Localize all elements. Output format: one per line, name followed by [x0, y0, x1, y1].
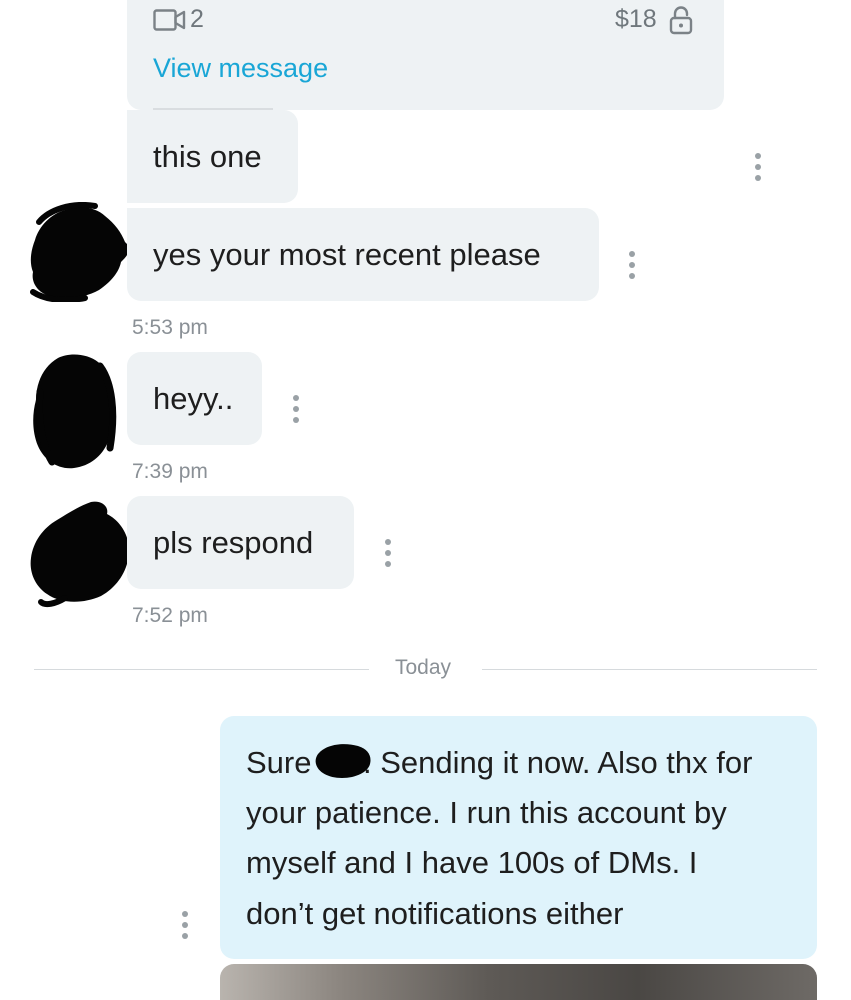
view-message-link[interactable]: View message: [153, 53, 328, 84]
more-options-icon[interactable]: [292, 395, 300, 423]
outgoing-message-line: Sure: [246, 745, 312, 780]
media-count: 2: [190, 5, 204, 33]
attached-image-preview[interactable]: [220, 964, 817, 1000]
more-options-icon[interactable]: [754, 153, 762, 181]
outgoing-message-line: your patience. I run this account by: [246, 795, 727, 830]
video-icon: [153, 9, 186, 31]
message-timestamp: 5:53 pm: [132, 316, 208, 339]
message-timestamp: 7:52 pm: [132, 604, 208, 627]
outgoing-message-line: don’t get notifications either: [246, 896, 624, 931]
avatar: [30, 202, 130, 302]
price-label: $18: [615, 5, 657, 33]
message-text: this one: [153, 139, 262, 174]
more-options-icon[interactable]: [181, 911, 189, 939]
more-options-icon[interactable]: [384, 539, 392, 567]
lock-icon: [669, 6, 693, 35]
avatar: [30, 501, 129, 608]
date-divider-label: Today: [395, 656, 452, 679]
date-divider-line: [482, 669, 817, 670]
avatar: [33, 354, 117, 469]
more-options-icon[interactable]: [628, 251, 636, 279]
outgoing-message-line: . Sending it now. Also thx for: [363, 745, 753, 780]
message-text: heyy..: [153, 381, 234, 416]
message-timestamp: 7:39 pm: [132, 460, 208, 483]
message-text: yes your most recent please: [153, 237, 541, 272]
outgoing-message-line: myself and I have 100s of DMs. I: [246, 845, 698, 880]
message-text: pls respond: [153, 525, 314, 560]
date-divider-line: [34, 669, 369, 670]
